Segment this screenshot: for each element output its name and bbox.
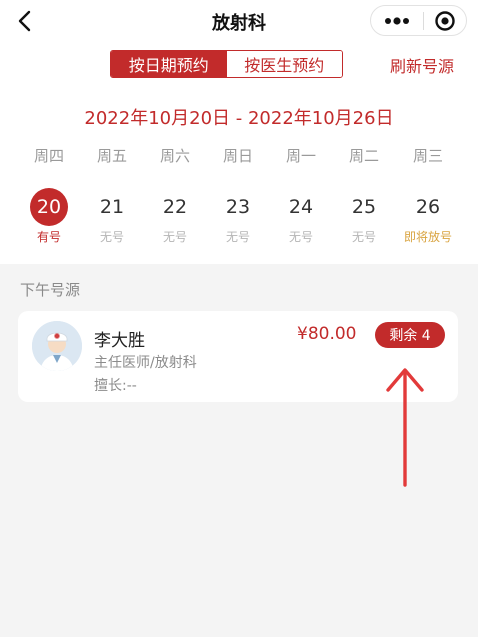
refresh-link[interactable]: 刷新号源: [390, 53, 454, 77]
day-status: 无号: [162, 230, 187, 244]
day-status: 无号: [288, 230, 313, 244]
day-cell[interactable]: 23 无号: [208, 188, 268, 248]
day-cell[interactable]: 20 有号: [19, 188, 79, 248]
back-button[interactable]: [10, 6, 40, 36]
day-number: 22: [162, 196, 188, 218]
doctor-title: 主任医师/放射科: [94, 355, 197, 371]
doctor-avatar-icon: [32, 321, 82, 371]
remaining-slots-button[interactable]: 剩余 4: [375, 322, 445, 348]
target-circle-icon: [435, 10, 455, 31]
weekday-label: 周四: [33, 147, 64, 165]
mini-program-capsule: [370, 5, 467, 36]
day-status: 无号: [351, 230, 376, 244]
day-number: 23: [225, 196, 251, 218]
day-cell[interactable]: 21 无号: [82, 188, 142, 248]
annotation-arrow-icon: [386, 368, 424, 487]
booking-mode-tabs: 按日期预约 按医生预约: [110, 50, 343, 78]
weekday-label: 周日: [222, 147, 253, 165]
day-status: 有号: [36, 230, 61, 244]
weekday-label: 周三: [412, 147, 443, 165]
navbar: 放射科: [0, 0, 478, 42]
weekday-row: 周四 周五 周六 周日 周一 周二 周三: [0, 145, 478, 165]
doctor-avatar: [32, 321, 82, 371]
weekday-label: 周六: [159, 147, 190, 165]
day-cell[interactable]: 22 无号: [145, 188, 205, 248]
section-label: 下午号源: [20, 281, 81, 299]
schedule-header: 按日期预约 按医生预约 刷新号源 2022年10月20日 - 2022年10月2…: [0, 42, 478, 264]
day-number: 21: [99, 196, 125, 218]
day-cell[interactable]: 26 即将放号: [398, 188, 458, 248]
close-program-button[interactable]: [424, 6, 466, 35]
day-number: 26: [415, 196, 441, 218]
day-status: 即将放号: [403, 230, 452, 244]
weekday-label: 周一: [285, 147, 316, 165]
tab-by-date[interactable]: 按日期预约: [111, 51, 227, 77]
consult-price: ¥80.00: [297, 324, 357, 344]
day-cell[interactable]: 24 无号: [271, 188, 331, 248]
more-button[interactable]: [371, 6, 423, 35]
chevron-left-icon: [18, 10, 31, 32]
weekday-label: 周二: [348, 147, 379, 165]
more-dots-icon: [385, 16, 409, 25]
doctor-name: 李大胜: [94, 331, 145, 351]
tab-by-doctor[interactable]: 按医生预约: [226, 51, 342, 77]
day-cell[interactable]: 25 无号: [334, 188, 394, 248]
day-number: 24: [288, 196, 314, 218]
date-range: 2022年10月20日 - 2022年10月26日: [84, 108, 394, 129]
day-selector: 20 有号 21 无号 22 无号 23 无号 24 无号 25 无号 26 即…: [0, 188, 478, 248]
day-number: 20: [30, 188, 68, 226]
weekday-label: 周五: [96, 147, 127, 165]
day-status: 无号: [99, 230, 124, 244]
doctor-specialty: 擅长:--: [94, 378, 137, 394]
day-status: 无号: [225, 230, 250, 244]
day-number: 25: [351, 196, 377, 218]
